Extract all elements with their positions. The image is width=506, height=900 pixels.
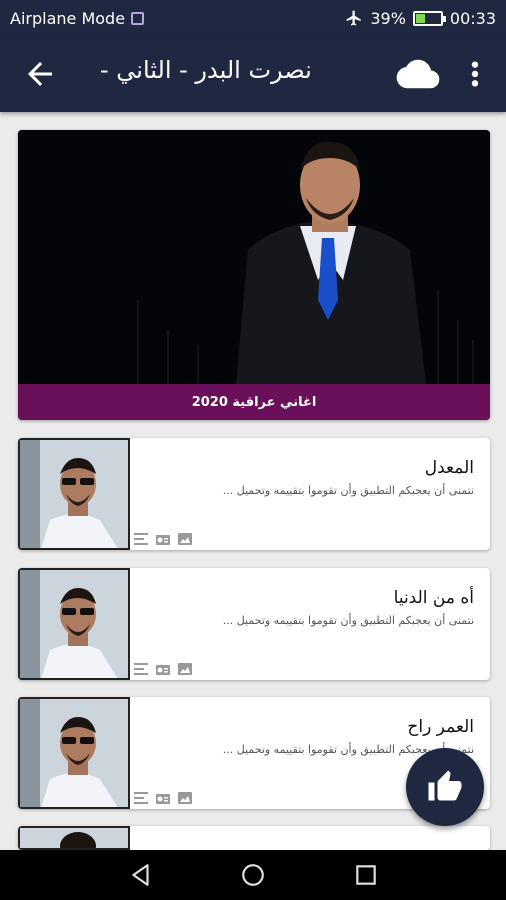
battery-percent: 39% <box>370 8 406 28</box>
radio-icon <box>156 660 170 675</box>
featured-banner[interactable]: اغاني عراقية 2020 <box>18 130 490 420</box>
image-icon <box>178 789 192 804</box>
song-thumbnail <box>18 697 130 809</box>
image-icon <box>178 530 192 545</box>
system-nav-bar <box>0 850 506 900</box>
nav-home-icon[interactable] <box>240 862 266 888</box>
status-mode-text: Airplane Mode <box>10 8 126 28</box>
like-fab-button[interactable] <box>406 748 484 826</box>
airplane-icon <box>346 10 362 26</box>
more-vert-icon[interactable] <box>462 58 488 90</box>
song-card[interactable] <box>18 826 490 850</box>
song-card[interactable]: أه من الدنيا نتمنى أن يعجبكم التطبيق وأن… <box>18 568 490 680</box>
lyrics-icon <box>134 660 148 675</box>
song-title: العمر راح <box>407 717 474 737</box>
song-title: المعدل <box>424 458 474 478</box>
song-title: أه من الدنيا <box>393 588 474 608</box>
nav-back-icon[interactable] <box>128 862 154 888</box>
arrow-back-icon[interactable] <box>22 56 58 92</box>
lyrics-icon <box>134 789 148 804</box>
lyrics-icon <box>134 530 148 545</box>
radio-icon <box>156 530 170 545</box>
song-thumbnail <box>18 568 130 680</box>
song-thumbnail <box>18 438 130 550</box>
cloud-icon[interactable] <box>396 58 440 90</box>
battery-icon <box>412 10 446 26</box>
artist-photo <box>18 130 490 384</box>
nav-recents-icon[interactable] <box>353 862 379 888</box>
radio-icon <box>156 789 170 804</box>
clock: 00:33 <box>449 8 496 28</box>
app-bar: نصرت البدر - الثاني - <box>0 36 506 112</box>
banner-caption: اغاني عراقية 2020 <box>18 384 490 420</box>
song-description: نتمنى أن يعجبكم التطبيق وأن تقوموا بتقيي… <box>222 484 474 497</box>
song-card[interactable]: المعدل نتمنى أن يعجبكم التطبيق وأن تقومو… <box>18 438 490 550</box>
thumb-up-icon <box>428 770 462 801</box>
song-description: نتمنى أن يعجبكم التطبيق وأن تقوموا بتقيي… <box>222 614 474 627</box>
status-bar: Airplane Mode 39% 00:33 <box>0 0 506 36</box>
notification-icon <box>131 11 145 25</box>
image-icon <box>178 660 192 675</box>
page-title: نصرت البدر - الثاني - <box>100 56 312 84</box>
song-thumbnail <box>18 826 130 850</box>
